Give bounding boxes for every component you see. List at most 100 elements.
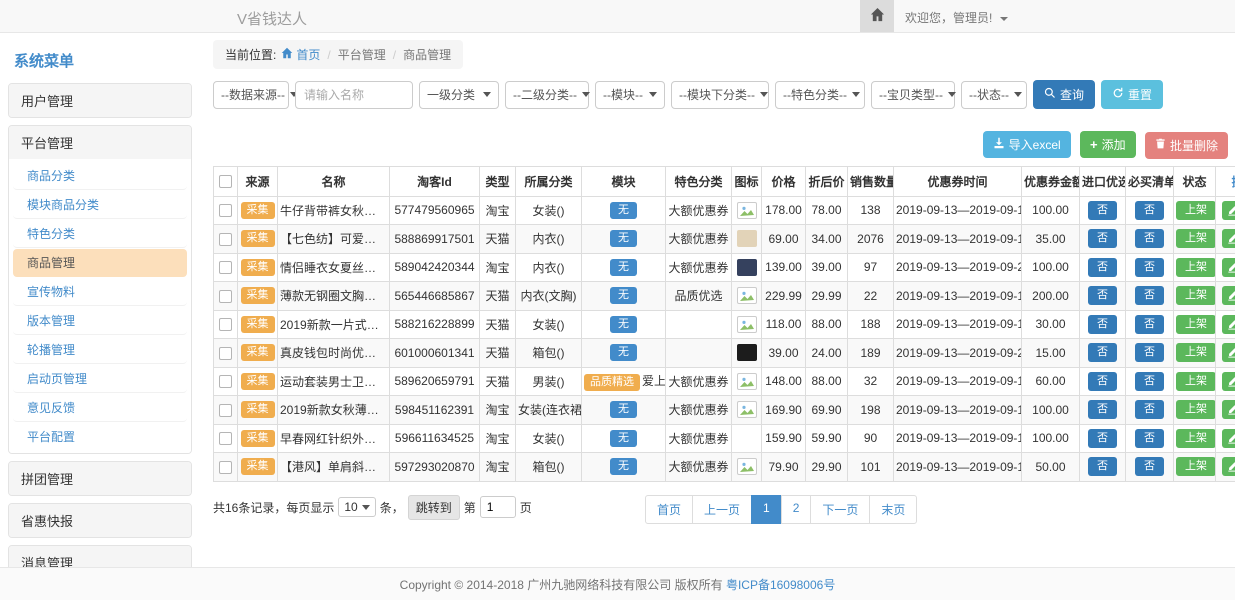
row-checkbox[interactable]: [219, 404, 232, 417]
status-toggle[interactable]: 上架: [1176, 343, 1216, 362]
home-button[interactable]: [860, 0, 894, 32]
must-buy-toggle[interactable]: 否: [1135, 343, 1164, 362]
must-buy-toggle[interactable]: 否: [1135, 457, 1164, 476]
breadcrumb-item: 商品管理: [403, 46, 451, 63]
import-select-toggle[interactable]: 否: [1088, 315, 1117, 334]
sidebar-item-轮播管理[interactable]: 轮播管理: [13, 336, 187, 364]
user-menu[interactable]: 欢迎您，管理员!: [905, 9, 1008, 26]
filter-select-feature[interactable]: --特色分类--: [775, 81, 865, 109]
status-toggle[interactable]: 上架: [1176, 315, 1216, 334]
add-button[interactable]: + 添加: [1080, 131, 1136, 158]
row-checkbox[interactable]: [219, 204, 232, 217]
sidebar-item-特色分类[interactable]: 特色分类: [13, 220, 187, 248]
edit-button[interactable]: [1222, 286, 1235, 305]
edit-button[interactable]: [1222, 229, 1235, 248]
sidebar-group-header-groupbuy[interactable]: 拼团管理: [9, 462, 191, 495]
row-checkbox[interactable]: [219, 375, 232, 388]
edit-button[interactable]: [1222, 400, 1235, 419]
status-cell: 上架: [1174, 424, 1216, 453]
import-select-toggle[interactable]: 否: [1088, 343, 1117, 362]
status-toggle[interactable]: 上架: [1176, 201, 1216, 220]
sidebar-item-启动页管理[interactable]: 启动页管理: [13, 365, 187, 393]
row-checkbox[interactable]: [219, 347, 232, 360]
import-select-toggle[interactable]: 否: [1088, 400, 1117, 419]
icp-link[interactable]: 粤ICP备16098006号: [726, 576, 835, 593]
status-toggle[interactable]: 上架: [1176, 400, 1216, 419]
import-excel-button[interactable]: 导入excel: [983, 131, 1071, 158]
page-button-末页[interactable]: 末页: [869, 495, 917, 524]
sidebar-item-商品分类[interactable]: 商品分类: [13, 162, 187, 190]
import-select-toggle[interactable]: 否: [1088, 457, 1117, 476]
taoke-id-cell: 596611634525: [390, 424, 480, 453]
must-buy-toggle[interactable]: 否: [1135, 201, 1164, 220]
row-checkbox[interactable]: [219, 318, 232, 331]
page-button-下一页[interactable]: 下一页: [810, 495, 870, 524]
coupon-time-cell: 2019-09-13—2019-09-18: [894, 453, 1022, 482]
edit-button[interactable]: [1222, 201, 1235, 220]
import-select-toggle[interactable]: 否: [1088, 372, 1117, 391]
page-size-select[interactable]: 10: [338, 497, 375, 517]
reset-button[interactable]: 重置: [1101, 80, 1163, 109]
edit-button[interactable]: [1222, 457, 1235, 476]
price-cell: 178.00: [762, 196, 806, 225]
sidebar-item-平台配置[interactable]: 平台配置: [13, 423, 187, 450]
status-toggle[interactable]: 上架: [1176, 372, 1216, 391]
status-toggle[interactable]: 上架: [1176, 286, 1216, 305]
must-buy-toggle[interactable]: 否: [1135, 286, 1164, 305]
sidebar-group-header-platform[interactable]: 平台管理: [9, 126, 191, 159]
edit-button[interactable]: [1222, 429, 1235, 448]
status-toggle[interactable]: 上架: [1176, 457, 1216, 476]
jump-button[interactable]: 跳转到: [408, 495, 460, 520]
edit-button[interactable]: [1222, 258, 1235, 277]
row-checkbox[interactable]: [219, 233, 232, 246]
edit-button[interactable]: [1222, 343, 1235, 362]
must-buy-toggle[interactable]: 否: [1135, 372, 1164, 391]
filter-input-name[interactable]: [295, 81, 413, 109]
page-button-上一页[interactable]: 上一页: [692, 495, 752, 524]
sidebar-item-版本管理[interactable]: 版本管理: [13, 307, 187, 335]
import-select-toggle[interactable]: 否: [1088, 429, 1117, 448]
status-toggle[interactable]: 上架: [1176, 229, 1216, 248]
sidebar-item-模块商品分类[interactable]: 模块商品分类: [13, 191, 187, 219]
sidebar-item-宣传物料[interactable]: 宣传物料: [13, 278, 187, 306]
sidebar-group-header-express[interactable]: 省惠快报: [9, 504, 191, 537]
edit-button[interactable]: [1222, 315, 1235, 334]
filter-select-item-type[interactable]: --宝贝类型--: [871, 81, 955, 109]
filter-select-level2[interactable]: --二级分类--: [505, 81, 589, 109]
query-button[interactable]: 查询: [1033, 80, 1095, 109]
sidebar-item-商品管理[interactable]: 商品管理: [13, 249, 187, 277]
import-select-toggle[interactable]: 否: [1088, 201, 1117, 220]
source-badge: 采集: [241, 259, 275, 276]
row-checkbox[interactable]: [219, 461, 232, 474]
row-checkbox[interactable]: [219, 432, 232, 445]
must-buy-toggle[interactable]: 否: [1135, 315, 1164, 334]
filter-select-status[interactable]: --状态--: [961, 81, 1027, 109]
row-checkbox[interactable]: [219, 261, 232, 274]
filter-select-data-source[interactable]: --数据来源--: [213, 81, 289, 109]
filter-select-module[interactable]: --模块--: [595, 81, 665, 109]
must-buy-toggle[interactable]: 否: [1135, 429, 1164, 448]
sidebar-item-意见反馈[interactable]: 意见反馈: [13, 394, 187, 422]
import-select-toggle[interactable]: 否: [1088, 229, 1117, 248]
page-number-input[interactable]: [480, 496, 516, 518]
sidebar-group-header-user[interactable]: 用户管理: [9, 84, 191, 117]
batch-delete-button[interactable]: 批量删除: [1145, 132, 1228, 159]
trash-icon: [1155, 138, 1166, 152]
filter-select-level1[interactable]: 一级分类: [419, 81, 499, 109]
filter-select-module-sub[interactable]: --模块下分类--: [671, 81, 769, 109]
must-buy-toggle[interactable]: 否: [1135, 400, 1164, 419]
row-checkbox[interactable]: [219, 290, 232, 303]
select-all-checkbox[interactable]: [219, 175, 232, 188]
import-select-toggle[interactable]: 否: [1088, 286, 1117, 305]
edit-button[interactable]: [1222, 372, 1235, 391]
import-select-toggle[interactable]: 否: [1088, 258, 1117, 277]
page-button-首页[interactable]: 首页: [645, 495, 693, 524]
must-buy-toggle[interactable]: 否: [1135, 258, 1164, 277]
page-button-1[interactable]: 1: [751, 495, 782, 524]
must-buy-toggle[interactable]: 否: [1135, 229, 1164, 248]
page-button-2[interactable]: 2: [781, 495, 812, 524]
page-prefix: 第: [464, 499, 476, 516]
status-toggle[interactable]: 上架: [1176, 258, 1216, 277]
status-toggle[interactable]: 上架: [1176, 429, 1216, 448]
breadcrumb-home-link[interactable]: 首页: [281, 46, 320, 63]
